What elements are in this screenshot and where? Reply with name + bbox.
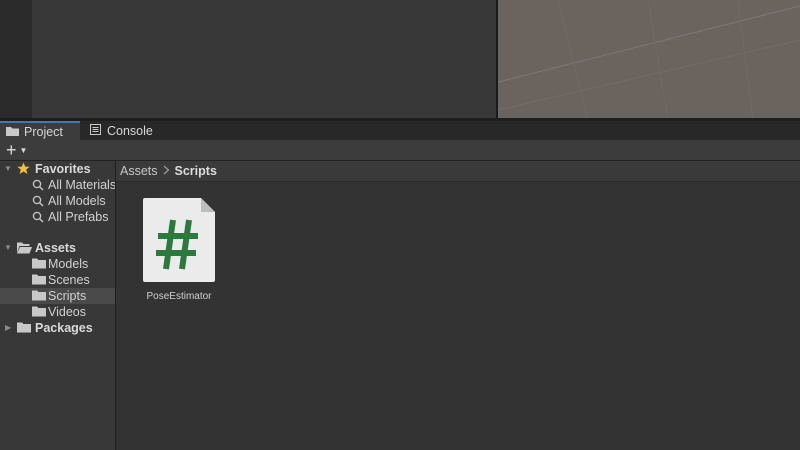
project-toolbar: + ▼ <box>0 140 800 161</box>
folder-icon <box>17 322 31 336</box>
tree-item-scripts[interactable]: Scripts <box>0 288 115 304</box>
scene-grid <box>498 0 800 120</box>
tree-item-packages[interactable]: ▶ Packages <box>0 320 115 336</box>
tree-item-all-materials[interactable]: All Materials <box>0 177 115 193</box>
star-icon <box>17 162 30 177</box>
expand-down-icon[interactable]: ▼ <box>4 243 12 252</box>
asset-grid <box>116 182 800 450</box>
tree-item-videos[interactable]: Videos <box>0 304 115 320</box>
hierarchy-panel <box>32 0 496 120</box>
open-folder-icon <box>17 242 32 256</box>
breadcrumb-assets[interactable]: Assets <box>120 164 158 178</box>
tree-item-all-models[interactable]: All Models <box>0 193 115 209</box>
chevron-down-icon: ▼ <box>19 146 28 155</box>
console-icon <box>90 123 102 138</box>
tree-item-models[interactable]: Models <box>0 256 115 272</box>
tree-item-label: Favorites <box>35 162 91 176</box>
search-icon <box>32 195 44 209</box>
folder-tree: ▼ Favorites All Materials All Models All… <box>0 161 115 450</box>
tree-item-label: Assets <box>35 241 76 255</box>
search-icon <box>32 211 44 225</box>
folder-icon <box>32 274 46 288</box>
csharp-script-icon <box>143 198 215 282</box>
tree-item-label: Scenes <box>48 273 90 287</box>
tree-item-label: Packages <box>35 321 93 335</box>
scene-view[interactable] <box>498 0 800 120</box>
expand-right-icon[interactable]: ▶ <box>5 323 11 332</box>
chevron-right-icon <box>163 165 170 178</box>
tree-item-all-prefabs[interactable]: All Prefabs <box>0 209 115 225</box>
expand-down-icon[interactable]: ▼ <box>4 164 12 173</box>
folder-icon <box>32 306 46 320</box>
toolbar-strip <box>0 0 32 120</box>
tree-item-assets[interactable]: ▼ Assets <box>0 240 115 256</box>
tree-item-label: Videos <box>48 305 86 319</box>
asset-label: PoseEstimator <box>146 291 212 302</box>
tab-console-label: Console <box>107 123 153 138</box>
tab-project-label: Project <box>24 124 63 139</box>
search-icon <box>32 179 44 193</box>
tree-item-label: All Models <box>48 194 106 208</box>
plus-icon: + <box>6 140 17 160</box>
tree-item-favorites[interactable]: ▼ Favorites <box>0 161 115 177</box>
add-button[interactable]: + ▼ <box>6 141 27 159</box>
tree-item-scenes[interactable]: Scenes <box>0 272 115 288</box>
asset-item-pose-estimator[interactable] <box>143 198 215 285</box>
tree-item-label: All Prefabs <box>48 210 109 224</box>
breadcrumb-scripts[interactable]: Scripts <box>175 164 217 178</box>
tree-item-label: Scripts <box>48 289 87 303</box>
tab-bar: Project Console <box>0 121 800 140</box>
breadcrumb: Assets Scripts <box>116 161 800 182</box>
folder-icon <box>32 290 46 304</box>
folder-icon <box>6 125 19 139</box>
folder-icon <box>32 258 46 272</box>
tree-item-label: All Materials <box>48 178 115 192</box>
tree-item-label: Models <box>48 257 89 271</box>
tab-console[interactable]: Console <box>88 121 153 140</box>
tab-project[interactable]: Project <box>0 121 80 140</box>
